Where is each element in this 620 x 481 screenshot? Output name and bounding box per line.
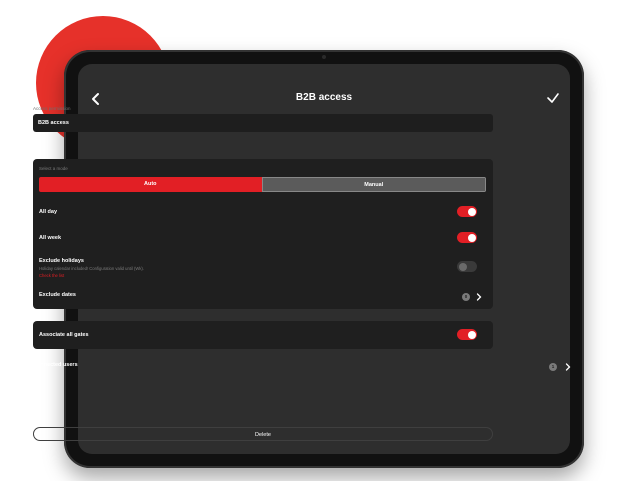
toggle-knob <box>467 330 476 339</box>
connected-users-row[interactable]: Connected users 1 <box>33 357 571 377</box>
all-day-toggle[interactable] <box>457 206 477 217</box>
page-title: B2B access <box>295 92 353 103</box>
chevron-right-icon[interactable] <box>476 293 482 301</box>
exclude-holidays-label: Exclude holidays <box>39 258 84 264</box>
exclude-holidays-toggle[interactable] <box>457 261 477 272</box>
all-week-label: All week <box>39 235 62 241</box>
check-list-link[interactable]: Check the list <box>39 273 64 278</box>
mode-card: Select a mode Auto Manual All day All we… <box>33 159 493 309</box>
toggle-knob <box>467 207 476 216</box>
delete-button[interactable]: Delete <box>33 427 493 441</box>
chevron-right-icon[interactable] <box>565 363 571 371</box>
access-permission-field[interactable]: B2B access <box>33 114 493 132</box>
mode-auto-button[interactable]: Auto <box>39 177 262 192</box>
mode-manual-button[interactable]: Manual <box>261 177 486 192</box>
checkmark-icon[interactable] <box>546 91 560 105</box>
toggle-knob <box>458 262 467 271</box>
associate-gates-toggle[interactable] <box>457 329 477 340</box>
associate-gates-label: Associate all gates <box>39 332 89 338</box>
select-mode-label: Select a mode <box>39 166 68 171</box>
holiday-note: Holiday calendar included! Configuration… <box>39 266 144 271</box>
all-week-toggle[interactable] <box>457 232 477 243</box>
all-day-label: All day <box>39 209 58 215</box>
toggle-knob <box>467 233 476 242</box>
connected-users-label: Connected users <box>33 362 78 368</box>
connected-users-count-badge: 1 <box>549 363 557 371</box>
access-permission-label: Access permission <box>33 106 71 111</box>
tablet-camera <box>322 55 326 59</box>
associate-gates-card: Associate all gates <box>33 321 493 349</box>
mode-segmented-control: Auto Manual <box>39 177 486 192</box>
exclude-dates-count-badge: 0 <box>462 293 470 301</box>
exclude-dates-label: Exclude dates <box>39 292 76 298</box>
